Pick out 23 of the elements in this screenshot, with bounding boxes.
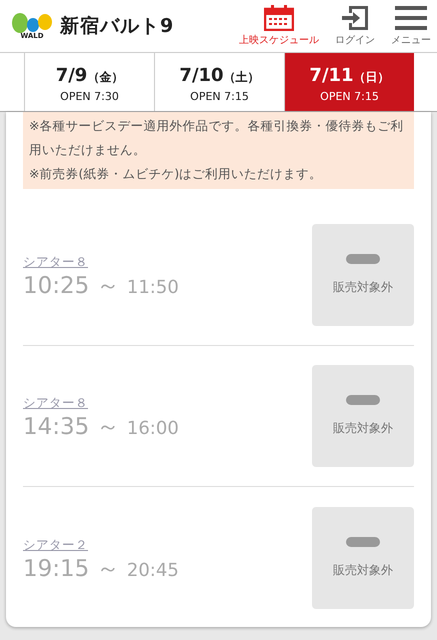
nav-button[interactable]: ログイン (335, 5, 375, 47)
ticket-button[interactable]: 販売対象外 (312, 365, 414, 467)
theater-link[interactable]: シアター８ (23, 395, 88, 410)
dash-icon (346, 254, 380, 264)
ticket-button[interactable]: 販売対象外 (312, 224, 414, 326)
logo-icon (12, 12, 52, 32)
showtime: 14:35 ～ 16:00 (23, 414, 179, 442)
notice-text: ※各種サービスデー適用外作品です。各種引換券・優待券もご利用いただけません。 (29, 117, 404, 159)
dash-icon (346, 536, 380, 546)
notice-text: ※前売券(紙券・ムビチケ)はご利用いただけます。 (29, 165, 324, 183)
dash-icon (346, 395, 380, 405)
site-name: 新宿バルト9 (60, 14, 174, 39)
login-icon (341, 5, 369, 31)
date-tab[interactable]: 7/11（日） OPEN 7:15 (284, 53, 414, 111)
nav-button[interactable]: 上映スケジュール (239, 5, 319, 47)
showtime: 10:25 ～ 11:50 (23, 273, 179, 301)
showtime: 19:15 ～ 20:45 (23, 556, 179, 584)
nav-button[interactable]: メニュー (391, 5, 431, 47)
calendar-icon (264, 5, 294, 31)
ticket-button[interactable]: 販売対象外 (312, 506, 414, 608)
theater-link[interactable]: シアター８ (23, 254, 88, 270)
theater-link[interactable]: シアター２ (23, 536, 88, 552)
menu-icon (395, 5, 427, 31)
